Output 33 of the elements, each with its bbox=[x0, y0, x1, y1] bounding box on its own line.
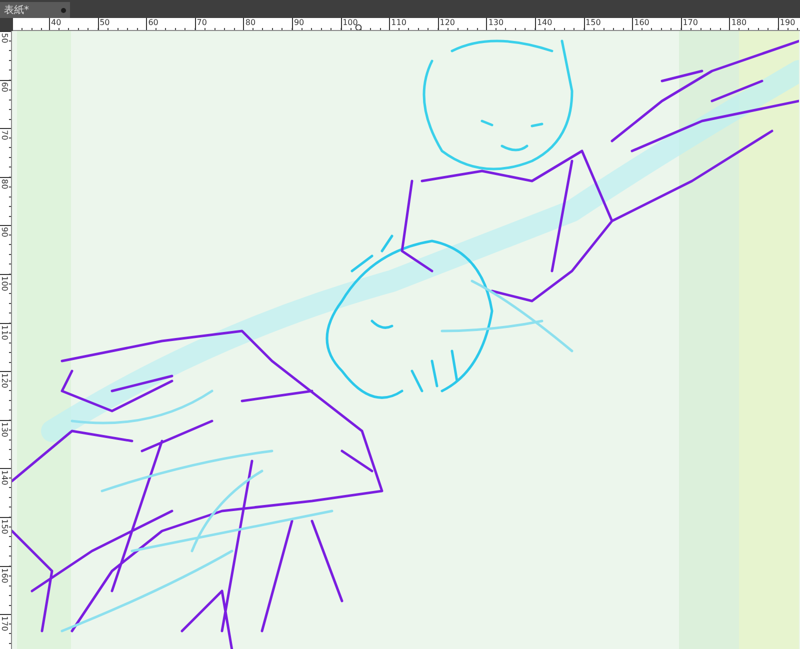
tab-label: 表紙* bbox=[4, 4, 29, 17]
ruler-number: 80 bbox=[244, 18, 256, 27]
ruler-number: 140 bbox=[0, 469, 9, 486]
ruler-number: 130 bbox=[487, 18, 504, 27]
ruler-number: 140 bbox=[536, 18, 552, 27]
ruler-number: 150 bbox=[584, 18, 601, 27]
ruler-number: 110 bbox=[390, 18, 406, 27]
ruler-number: 50 bbox=[0, 32, 9, 44]
ruler-number: 110 bbox=[0, 324, 9, 340]
ruler-number: 120 bbox=[438, 18, 456, 27]
close-icon[interactable] bbox=[61, 8, 66, 12]
ruler-number: 90 bbox=[292, 18, 304, 27]
ruler-number: 90 bbox=[0, 226, 9, 238]
ruler-number: 180 bbox=[730, 18, 747, 27]
ruler-marker-icon[interactable] bbox=[355, 24, 362, 30]
ruler-number: 160 bbox=[0, 566, 9, 583]
ruler-number: 120 bbox=[0, 372, 9, 388]
ruler-number: 190 bbox=[778, 18, 796, 27]
ruler-number: 170 bbox=[0, 615, 9, 632]
ruler-number: 130 bbox=[0, 420, 9, 438]
ruler-number: 70 bbox=[196, 18, 207, 27]
ruler-number: 60 bbox=[0, 80, 9, 92]
ruler-number: 80 bbox=[0, 178, 9, 189]
document-tab[interactable]: 表紙* bbox=[0, 2, 70, 18]
ruler-number: 100 bbox=[0, 274, 9, 292]
ruler-number: 170 bbox=[682, 18, 698, 27]
ruler-number: 160 bbox=[633, 18, 650, 27]
ruler-number: 40 bbox=[50, 18, 62, 27]
ruler-number: 100 bbox=[342, 18, 358, 27]
ruler-number: 60 bbox=[147, 18, 158, 27]
ruler-number: 50 bbox=[98, 18, 110, 27]
ruler-number: 150 bbox=[0, 518, 9, 534]
ruler-number: 70 bbox=[0, 129, 9, 140]
